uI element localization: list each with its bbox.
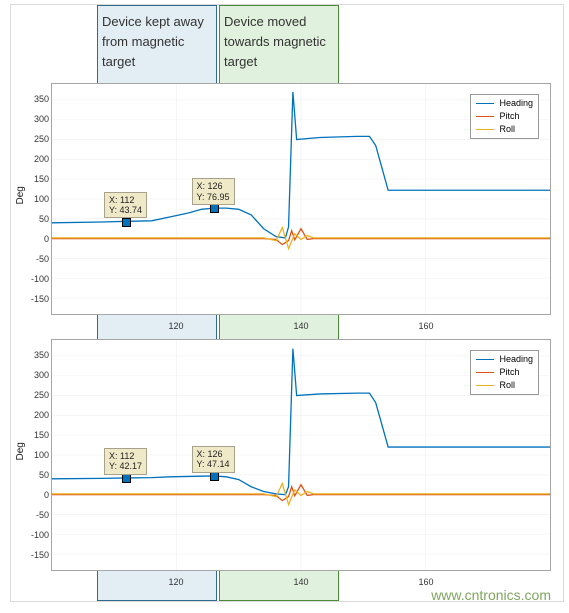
chart-bottom: Deg Heading Pitch Roll -150-100-50050100… (11, 331, 563, 601)
ytick: 150 (15, 430, 49, 440)
ytick: 250 (15, 134, 49, 144)
ytick: 250 (15, 390, 49, 400)
datatip-marker (122, 218, 131, 227)
datatip-marker (210, 204, 219, 213)
ytick: 350 (15, 94, 49, 104)
xtick: 120 (168, 577, 183, 587)
xtick: 160 (418, 577, 433, 587)
xtick: 140 (293, 577, 308, 587)
legend-row-pitch: Pitch (476, 110, 533, 123)
ytick: 0 (15, 234, 49, 244)
ytick: -100 (15, 530, 49, 540)
ytick: 200 (15, 154, 49, 164)
xtick: 160 (418, 321, 433, 331)
datatip: X: 126Y: 47.14 (192, 446, 235, 473)
datatip: X: 126Y: 76.95 (192, 178, 235, 205)
datatip: X: 112Y: 42.17 (104, 448, 147, 475)
legend-row-heading: Heading (476, 353, 533, 366)
ytick: -150 (15, 550, 49, 560)
ytick: 150 (15, 174, 49, 184)
datatip: X: 112Y: 43.74 (104, 192, 147, 219)
ytick: 300 (15, 370, 49, 380)
ytick: 50 (15, 470, 49, 480)
legend-row-pitch: Pitch (476, 366, 533, 379)
datatip-marker (210, 472, 219, 481)
legend-row-heading: Heading (476, 97, 533, 110)
datatip-marker (122, 474, 131, 483)
ytick: 200 (15, 410, 49, 420)
xtick: 120 (168, 321, 183, 331)
ytick: -50 (15, 254, 49, 264)
ytick: -150 (15, 294, 49, 304)
legend-row-roll: Roll (476, 123, 533, 136)
legend-top: Heading Pitch Roll (470, 94, 539, 139)
zone-away-label: Device kept away from magnetic target (102, 12, 212, 72)
ytick: 100 (15, 450, 49, 460)
chart-top: Deg Heading Pitch Roll -150-100-50050100… (11, 75, 563, 345)
ytick: 350 (15, 350, 49, 360)
watermark: www.cntronics.com (431, 587, 551, 603)
ytick: 100 (15, 194, 49, 204)
legend-bottom: Heading Pitch Roll (470, 350, 539, 395)
zone-towards-label: Device moved towards magnetic target (224, 12, 334, 72)
legend-row-roll: Roll (476, 379, 533, 392)
ytick: 300 (15, 114, 49, 124)
ytick: 50 (15, 214, 49, 224)
ytick: -50 (15, 510, 49, 520)
ytick: -100 (15, 274, 49, 284)
xtick: 140 (293, 321, 308, 331)
ytick: 0 (15, 490, 49, 500)
